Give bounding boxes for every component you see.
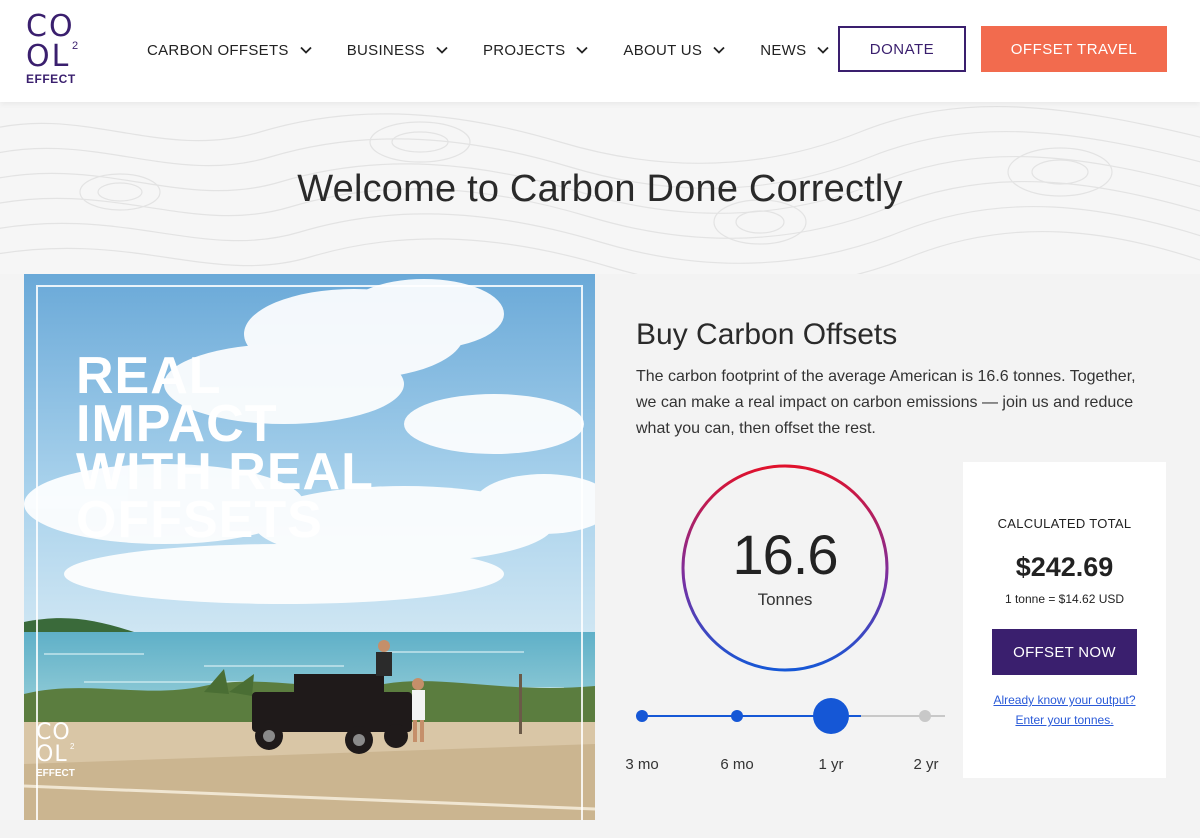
slider-handle-1yr[interactable] <box>813 698 849 734</box>
nav-item-label: PROJECTS <box>482 41 566 59</box>
enter-tonnes-link[interactable]: Already know your output? Enter your ton… <box>963 690 1166 730</box>
offset-now-button[interactable]: OFFSET NOW <box>992 629 1137 675</box>
chevron-down-icon <box>713 46 725 54</box>
hero-image: REAL IMPACT WITH REAL OFFSETS CO OL 2 EF… <box>24 274 595 820</box>
nav-item-label: CARBON OFFSETS <box>147 41 289 59</box>
hero-headline: REAL IMPACT WITH REAL OFFSETS <box>76 347 496 549</box>
tonnes-unit: Tonnes <box>757 590 813 609</box>
slider-label-1yr[interactable]: 1 yr <box>801 756 861 773</box>
total-label: CALCULATED TOTAL <box>997 516 1132 531</box>
footer-topo-strip <box>0 820 1200 838</box>
panel-description: The carbon footprint of the average Amer… <box>636 368 1136 437</box>
logo-line-1: CO <box>36 720 71 745</box>
nav-item-label: NEWS <box>760 41 807 59</box>
logo-line-2: OL <box>36 742 68 767</box>
chevron-down-icon <box>300 46 312 54</box>
nav-item-projects[interactable]: PROJECTS <box>483 38 589 62</box>
panel-title: Buy Carbon Offsets <box>636 318 898 351</box>
slider-label-3mo[interactable]: 3 mo <box>612 756 672 773</box>
duration-slider[interactable] <box>625 694 945 742</box>
logo-line-2: OL <box>26 39 71 74</box>
buy-offsets-panel: Buy Carbon Offsets The carbon footprint … <box>595 274 1200 820</box>
logo-line-3: EFFECT <box>26 72 76 86</box>
main-nav: CARBON OFFSETS BUSINESS PROJECTS ABOUT U… <box>147 38 864 62</box>
slider-stop-3mo[interactable] <box>636 710 648 722</box>
logo-line-1: CO <box>26 9 75 44</box>
hero-headline-line: REAL <box>76 347 222 405</box>
nav-item-news[interactable]: NEWS <box>760 38 830 62</box>
chevron-down-icon <box>436 46 448 54</box>
logo-superscript: 2 <box>72 40 79 52</box>
slider-stop-2yr[interactable] <box>915 710 935 722</box>
chevron-down-icon <box>576 46 589 54</box>
nav-item-carbon-offsets[interactable]: CARBON OFFSETS <box>147 38 313 62</box>
hero-watermark-logo: CO OL 2 EFFECT <box>36 722 84 782</box>
offset-travel-button[interactable]: OFFSET TRAVEL <box>981 26 1167 72</box>
hero-headline-line: IMPACT <box>76 395 278 453</box>
enter-tonnes-link-line[interactable]: Enter your tonnes. <box>963 710 1166 730</box>
hero-headline-line: WITH REAL <box>76 443 374 501</box>
logo-superscript: 2 <box>70 742 75 751</box>
nav-item-business[interactable]: BUSINESS <box>347 38 449 62</box>
logo-line-3: EFFECT <box>36 768 75 779</box>
welcome-title: Welcome to Carbon Done Correctly <box>297 168 903 210</box>
site-header: CO OL 2 EFFECT CARBON OFFSETS BUSINESS P… <box>0 0 1200 102</box>
price-per-tonne: 1 tonne = $14.62 USD <box>1004 592 1125 606</box>
cool-effect-logo[interactable]: CO OL 2 EFFECT <box>26 12 86 88</box>
calculated-total-card: CALCULATED TOTAL $242.69 1 tonne = $14.6… <box>963 462 1166 778</box>
nav-item-label: ABOUT US <box>623 41 703 59</box>
slider-label-6mo[interactable]: 6 mo <box>707 756 767 773</box>
slider-label-2yr[interactable]: 2 yr <box>896 756 956 773</box>
tonnes-value: 16.6 <box>732 523 839 586</box>
hero-headline-line: OFFSETS <box>76 491 323 549</box>
enter-tonnes-link-line[interactable]: Already know your output? <box>963 690 1166 710</box>
slider-stop-6mo[interactable] <box>731 710 743 722</box>
donate-button[interactable]: DONATE <box>838 26 966 72</box>
nav-item-about-us[interactable]: ABOUT US <box>623 38 726 62</box>
nav-item-label: BUSINESS <box>346 41 425 59</box>
total-amount: $242.69 <box>1015 552 1114 582</box>
chevron-down-icon <box>817 46 830 54</box>
